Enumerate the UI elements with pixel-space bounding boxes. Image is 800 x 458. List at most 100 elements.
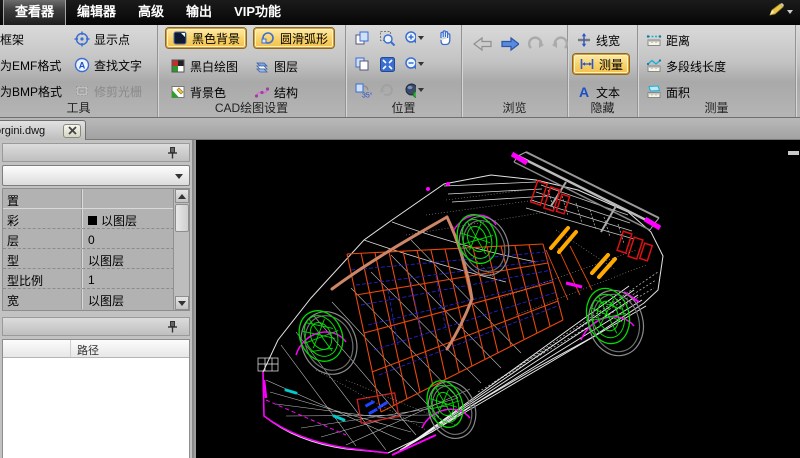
zoom-out-button[interactable] xyxy=(404,55,424,73)
back-button xyxy=(472,35,492,53)
find-text-button[interactable]: A 查找文字 xyxy=(74,55,142,75)
frame-button[interactable]: 框架 xyxy=(0,29,24,49)
properties-panel-titlebar xyxy=(2,143,190,162)
svg-text:35°: 35° xyxy=(362,91,372,99)
cad-canvas[interactable] xyxy=(196,140,800,458)
zoom-in-button[interactable] xyxy=(404,29,424,47)
ribbon-group-browse: 浏览 xyxy=(462,25,568,117)
trim-raster-button: 修剪光栅 xyxy=(74,81,142,101)
property-row[interactable]: 型 以图层 xyxy=(3,249,189,269)
svg-text:A: A xyxy=(579,84,589,100)
menubar: 查看器 编辑器 高级 输出 VIP功能 xyxy=(0,0,800,25)
scroll-down-button[interactable] xyxy=(175,296,189,310)
measure-toggle-button[interactable]: 测量 xyxy=(573,54,629,74)
property-row[interactable]: 彩 以图层 xyxy=(3,209,189,229)
paths-panel: 路径 xyxy=(2,339,190,458)
group-label-cad-settings: CAD绘图设置 xyxy=(158,99,345,116)
car-wireframe-drawing xyxy=(196,140,800,458)
area-icon xyxy=(646,84,662,100)
pencil-edit-button[interactable] xyxy=(767,3,797,21)
smooth-arcs-icon xyxy=(260,30,276,46)
group-label-hide: 隐藏 xyxy=(568,99,637,116)
ribbon-group-cad-settings: 黑色背景 圆滑弧形 黑白绘图 图层 背景色 结构 CAD绘图设置 xyxy=(158,25,346,117)
layers-button[interactable]: 图层 xyxy=(254,56,298,76)
close-icon xyxy=(68,126,77,135)
zoom-sphere-button[interactable] xyxy=(404,81,424,99)
triangle-down-icon xyxy=(178,301,186,306)
export-emf-button[interactable]: 为EMF格式 xyxy=(0,55,61,75)
triangle-up-icon xyxy=(178,194,186,199)
chevron-down-icon xyxy=(787,10,793,14)
copy-view-button[interactable] xyxy=(354,55,374,73)
show-points-button[interactable]: 显示点 xyxy=(74,29,130,49)
ribbon-toolbar: 框架 为EMF格式 为BMP格式 显示点 A 查找文字 修剪光栅 工具 黑色背景 xyxy=(0,25,800,118)
ribbon-group-hide: 线宽 测量 A 文本 隐藏 xyxy=(568,25,638,117)
rotate-35-button[interactable]: 35° xyxy=(354,81,374,99)
pin-icon[interactable] xyxy=(166,320,179,339)
pan-hand-button[interactable] xyxy=(436,28,456,46)
zoom-in-dropdown-arrow[interactable] xyxy=(418,36,424,40)
paths-list-body[interactable] xyxy=(3,358,189,458)
app-window: 查看器 编辑器 高级 输出 VIP功能 框架 为EMF格式 为BMP格式 显示点… xyxy=(0,0,800,458)
smooth-arcs-button[interactable]: 圆滑弧形 xyxy=(254,28,334,48)
menu-tab-vip[interactable]: VIP功能 xyxy=(223,0,292,25)
property-row[interactable]: 层 0 xyxy=(3,229,189,249)
group-label-measure: 测量 xyxy=(638,99,795,116)
scrollbar-thumb[interactable] xyxy=(175,204,189,232)
rotate-view-button-disabled xyxy=(379,81,399,99)
line-width-button[interactable]: 线宽 xyxy=(576,30,620,50)
polyline-length-icon xyxy=(646,58,662,74)
export-bmp-button[interactable]: 为BMP格式 xyxy=(0,81,62,101)
canvas-scrollbar-dash xyxy=(788,151,799,155)
scroll-up-button[interactable] xyxy=(175,189,189,203)
pencil-icon xyxy=(767,2,785,23)
engine-cage-lines xyxy=(347,244,592,412)
paths-column-blank xyxy=(3,340,71,357)
black-background-button[interactable]: 黑色背景 xyxy=(166,28,246,48)
zoom-sphere-dropdown-arrow[interactable] xyxy=(418,88,424,92)
redo-button xyxy=(550,35,570,53)
forward-button[interactable] xyxy=(499,35,519,53)
find-text-icon: A xyxy=(74,57,90,73)
svg-text:A: A xyxy=(79,61,86,71)
menu-tab-viewer[interactable]: 查看器 xyxy=(3,0,66,25)
bw-drawing-button[interactable]: 黑白绘图 xyxy=(170,56,238,76)
color-swatch xyxy=(88,216,97,225)
black-background-icon xyxy=(172,30,188,46)
show-points-icon xyxy=(74,31,90,47)
pin-icon[interactable] xyxy=(166,146,179,165)
ribbon-group-position: 35° 位置 xyxy=(346,25,462,117)
property-row[interactable]: 置 xyxy=(3,189,189,209)
zoom-out-dropdown-arrow[interactable] xyxy=(418,62,424,66)
selection-dropdown[interactable] xyxy=(2,165,190,186)
text-icon: A xyxy=(576,84,592,100)
properties-grid: 置 彩 以图层 层 0 型 以图层 型比例 1 xyxy=(2,188,190,311)
distance-icon xyxy=(646,32,662,48)
close-tab-button[interactable] xyxy=(63,124,81,138)
document-tabbar: orgini.dwg xyxy=(0,118,800,140)
chevron-down-icon xyxy=(175,174,183,179)
group-label-position: 位置 xyxy=(346,99,461,116)
polyline-length-button[interactable]: 多段线长度 xyxy=(646,56,726,76)
property-row[interactable]: 型比例 1 xyxy=(3,269,189,289)
menu-tab-advanced[interactable]: 高级 xyxy=(127,0,175,25)
group-label-tools: 工具 xyxy=(0,99,157,116)
menu-tab-editor[interactable]: 编辑器 xyxy=(66,0,127,25)
bw-drawing-icon xyxy=(170,58,186,74)
line-width-icon xyxy=(576,32,592,48)
fit-window-button[interactable] xyxy=(379,55,399,73)
document-tab[interactable]: orgini.dwg xyxy=(0,120,86,140)
background-color-icon xyxy=(170,84,186,100)
paths-header-row[interactable]: 路径 xyxy=(3,340,189,358)
distance-button[interactable]: 距离 xyxy=(646,30,690,50)
group-label-browse: 浏览 xyxy=(462,99,567,116)
properties-sidebar: 置 彩 以图层 层 0 型 以图层 型比例 1 xyxy=(0,140,194,458)
ribbon-group-tools: 框架 为EMF格式 为BMP格式 显示点 A 查找文字 修剪光栅 工具 xyxy=(0,25,158,117)
properties-scrollbar[interactable] xyxy=(173,189,189,310)
menu-tab-output[interactable]: 输出 xyxy=(175,0,223,25)
rotate-pages-button[interactable] xyxy=(354,29,374,47)
property-row[interactable]: 宽 以图层 xyxy=(3,289,189,309)
undo-button xyxy=(526,35,546,53)
zoom-window-button[interactable] xyxy=(379,29,399,47)
ribbon-group-measure: 距离 多段线长度 面积 测量 xyxy=(638,25,796,117)
